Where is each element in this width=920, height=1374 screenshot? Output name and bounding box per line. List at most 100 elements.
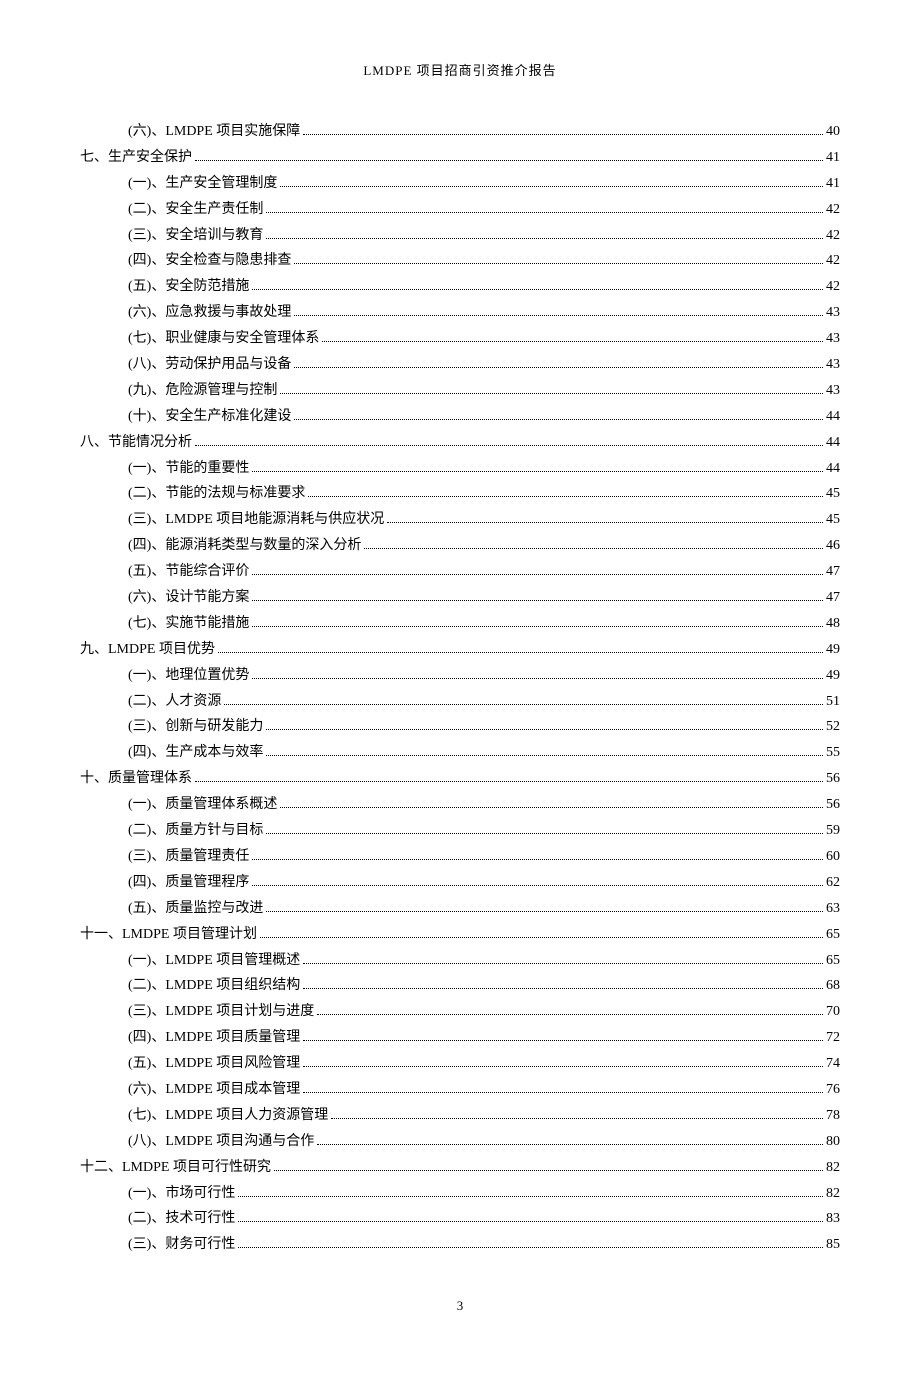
toc-entry: (八)、LMDPE 项目沟通与合作 80 — [80, 1129, 840, 1155]
toc-leader — [252, 885, 823, 886]
toc-label: (二)、质量方针与目标 — [128, 818, 263, 844]
toc-page-number: 55 — [826, 740, 840, 766]
toc-entry: (一)、市场可行性 82 — [80, 1181, 840, 1207]
toc-page-number: 45 — [826, 481, 840, 507]
toc-page-number: 42 — [826, 223, 840, 249]
toc-leader — [303, 1092, 823, 1093]
toc-leader — [317, 1144, 823, 1145]
toc-leader — [266, 755, 823, 756]
table-of-contents: (六)、LMDPE 项目实施保障 40七、生产安全保护41(一)、生产安全管理制度… — [80, 119, 840, 1258]
toc-leader — [266, 911, 823, 912]
toc-label: 十二、LMDPE 项目可行性研究 — [80, 1155, 271, 1181]
toc-entry: (一)、节能的重要性44 — [80, 456, 840, 482]
toc-leader — [195, 445, 823, 446]
toc-page-number: 52 — [826, 714, 840, 740]
toc-leader — [195, 781, 823, 782]
toc-leader — [303, 1040, 823, 1041]
toc-page-number: 46 — [826, 533, 840, 559]
toc-label: (一)、地理位置优势 — [128, 663, 249, 689]
toc-page-number: 43 — [826, 326, 840, 352]
toc-leader — [364, 548, 823, 549]
toc-page-number: 41 — [826, 145, 840, 171]
toc-leader — [294, 263, 823, 264]
toc-entry: (四)、LMDPE 项目质量管理 72 — [80, 1025, 840, 1051]
toc-label: (七)、LMDPE 项目人力资源管理 — [128, 1103, 328, 1129]
toc-label: (九)、危险源管理与控制 — [128, 378, 277, 404]
toc-label: (六)、LMDPE 项目成本管理 — [128, 1077, 300, 1103]
toc-entry: (六)、LMDPE 项目实施保障 40 — [80, 119, 840, 145]
toc-leader — [294, 315, 823, 316]
toc-entry: (八)、劳动保护用品与设备43 — [80, 352, 840, 378]
toc-label: (八)、LMDPE 项目沟通与合作 — [128, 1129, 314, 1155]
toc-label: (三)、财务可行性 — [128, 1232, 235, 1258]
toc-leader — [252, 859, 823, 860]
toc-leader — [294, 419, 823, 420]
toc-label: (四)、能源消耗类型与数量的深入分析 — [128, 533, 361, 559]
toc-label: (四)、质量管理程序 — [128, 870, 249, 896]
toc-entry: (七)、实施节能措施48 — [80, 611, 840, 637]
toc-label: (一)、质量管理体系概述 — [128, 792, 277, 818]
toc-label: (六)、LMDPE 项目实施保障 — [128, 119, 300, 145]
toc-entry: 九、LMDPE 项目优势49 — [80, 637, 840, 663]
toc-page-number: 68 — [826, 973, 840, 999]
toc-entry: (一)、生产安全管理制度 41 — [80, 171, 840, 197]
toc-leader — [260, 937, 823, 938]
toc-leader — [274, 1170, 823, 1171]
toc-page-number: 60 — [826, 844, 840, 870]
toc-page-number: 49 — [826, 637, 840, 663]
toc-page-number: 65 — [826, 948, 840, 974]
toc-entry: (七)、LMDPE 项目人力资源管理78 — [80, 1103, 840, 1129]
toc-leader — [252, 626, 823, 627]
toc-leader — [252, 471, 823, 472]
toc-label: (一)、市场可行性 — [128, 1181, 235, 1207]
toc-page-number: 49 — [826, 663, 840, 689]
toc-leader — [308, 496, 823, 497]
toc-leader — [303, 1066, 823, 1067]
toc-entry: (一)、地理位置优势 49 — [80, 663, 840, 689]
toc-label: 十、质量管理体系 — [80, 766, 192, 792]
toc-page-number: 72 — [826, 1025, 840, 1051]
toc-page-number: 42 — [826, 197, 840, 223]
toc-entry: 十一、LMDPE 项目管理计划65 — [80, 922, 840, 948]
toc-entry: (二)、节能的法规与标准要求45 — [80, 481, 840, 507]
toc-label: (三)、质量管理责任 — [128, 844, 249, 870]
toc-leader — [294, 367, 823, 368]
toc-entry: (三)、财务可行性 85 — [80, 1232, 840, 1258]
toc-label: (一)、生产安全管理制度 — [128, 171, 277, 197]
toc-label: (一)、节能的重要性 — [128, 456, 249, 482]
toc-entry: (五)、安全防范措施42 — [80, 274, 840, 300]
toc-entry: (三)、LMDPE 项目计划与进度70 — [80, 999, 840, 1025]
toc-leader — [317, 1014, 823, 1015]
toc-entry: 七、生产安全保护41 — [80, 145, 840, 171]
toc-entry: (二)、技术可行性83 — [80, 1206, 840, 1232]
toc-entry: (一)、质量管理体系概述56 — [80, 792, 840, 818]
toc-leader — [252, 574, 823, 575]
toc-leader — [218, 652, 823, 653]
toc-page-number: 82 — [826, 1181, 840, 1207]
toc-label: (四)、安全检查与隐患排查 — [128, 248, 291, 274]
toc-label: (三)、安全培训与教育 — [128, 223, 263, 249]
toc-leader — [252, 600, 823, 601]
toc-leader — [195, 160, 823, 161]
toc-label: (五)、节能综合评价 — [128, 559, 249, 585]
toc-page-number: 41 — [826, 171, 840, 197]
toc-entry: (六)、应急救援与事故处理43 — [80, 300, 840, 326]
document-header-title: LMDPE 项目招商引资推介报告 — [80, 60, 840, 79]
toc-entry: (三)、质量管理责任 60 — [80, 844, 840, 870]
toc-entry: 十二、LMDPE 项目可行性研究82 — [80, 1155, 840, 1181]
toc-page-number: 40 — [826, 119, 840, 145]
toc-page-number: 80 — [826, 1129, 840, 1155]
toc-entry: (五)、节能综合评价47 — [80, 559, 840, 585]
toc-label: (十)、安全生产标准化建设 — [128, 404, 291, 430]
toc-leader — [266, 833, 823, 834]
toc-page-number: 62 — [826, 870, 840, 896]
toc-label: (一)、LMDPE 项目管理概述 — [128, 948, 300, 974]
toc-entry: (十)、安全生产标准化建设 44 — [80, 404, 840, 430]
toc-page-number: 85 — [826, 1232, 840, 1258]
toc-label: (八)、劳动保护用品与设备 — [128, 352, 291, 378]
toc-label: (五)、质量监控与改进 — [128, 896, 263, 922]
toc-label: (四)、LMDPE 项目质量管理 — [128, 1025, 300, 1051]
toc-page-number: 44 — [826, 404, 840, 430]
toc-page-number: 47 — [826, 585, 840, 611]
toc-entry: (二)、质量方针与目标59 — [80, 818, 840, 844]
